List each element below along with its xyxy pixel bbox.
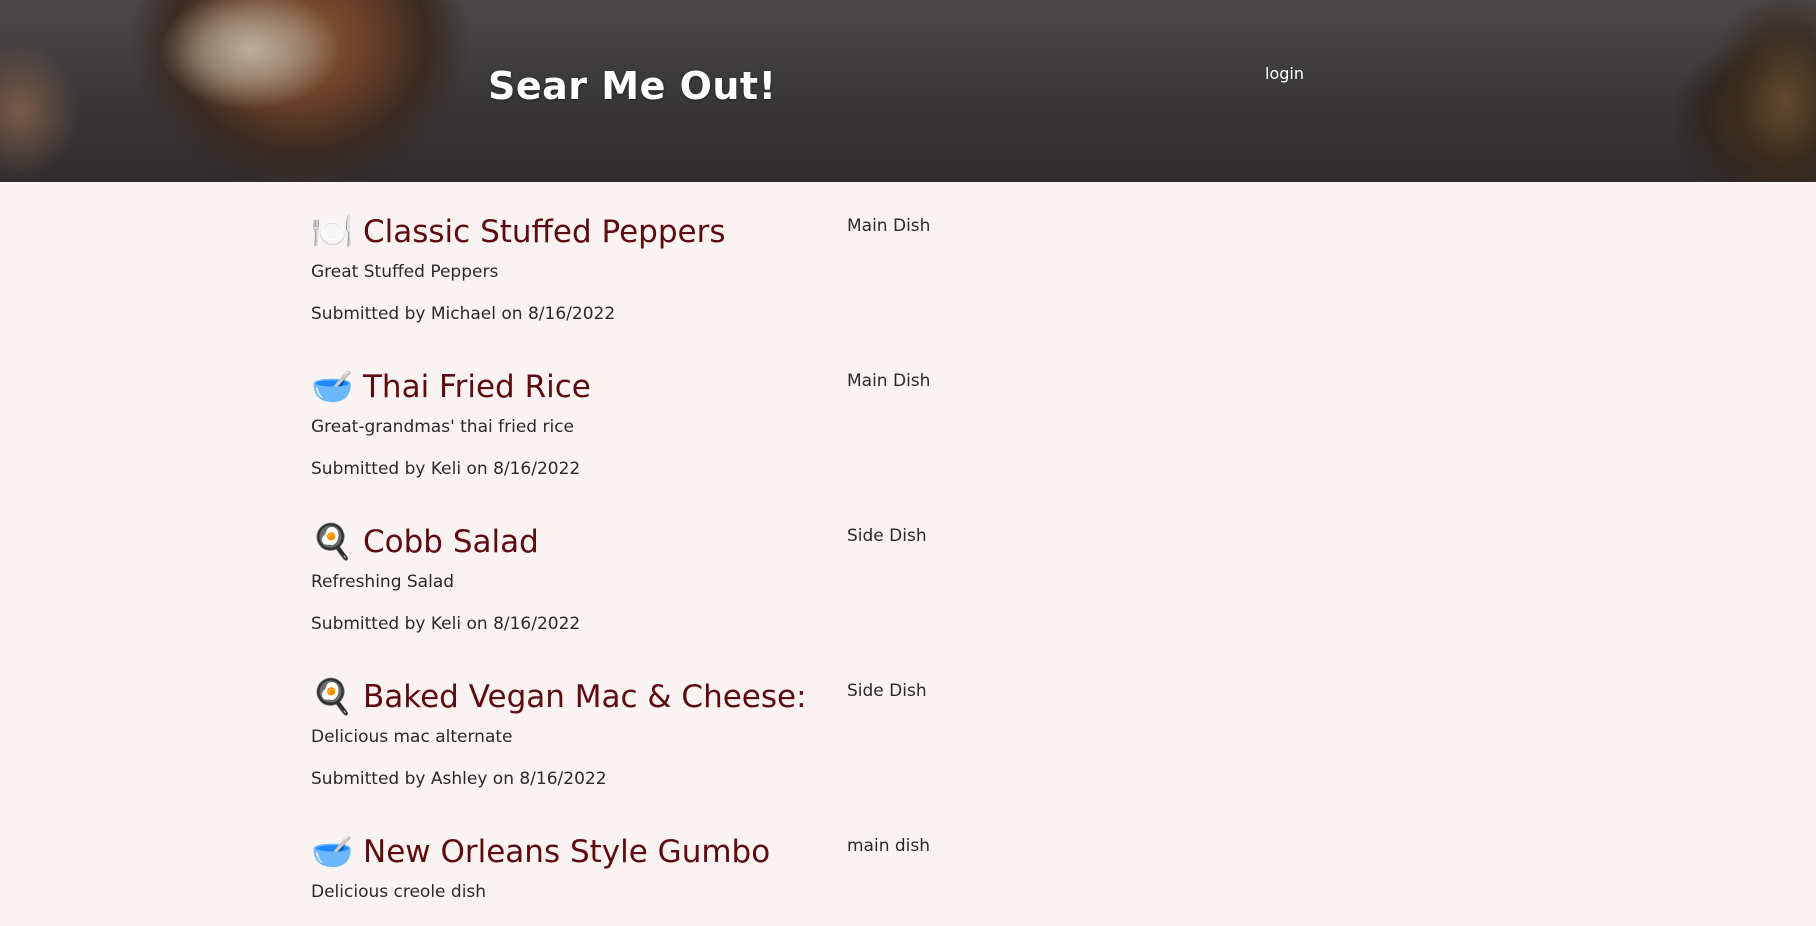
recipe-description: Great-grandmas' thai fried rice <box>311 417 574 437</box>
site-title: Sear Me Out! <box>488 64 777 108</box>
recipe-title-link[interactable]: Baked Vegan Mac & Cheese: <box>363 677 807 717</box>
site-header: Sear Me Out! login <box>0 0 1816 182</box>
plate-utensils-icon: 🍽️ <box>311 212 354 252</box>
recipe-description: Delicious creole dish <box>311 882 487 902</box>
login-link[interactable]: login <box>1265 64 1304 83</box>
frying-pan-egg-icon: 🍳 <box>311 522 354 562</box>
recipe-category: Side Dish <box>847 526 927 546</box>
recipe-title-link[interactable]: Classic Stuffed Peppers <box>363 212 726 252</box>
bowl-icon: 🥣 <box>311 832 354 872</box>
recipe-submitted-by: Submitted by Michael on 8/16/2022 <box>311 304 616 324</box>
recipe-title-link[interactable]: Cobb Salad <box>363 522 539 562</box>
recipe-item: 🥣 New Orleans Style Gumbo main dish Deli… <box>0 802 1816 926</box>
frying-pan-egg-icon: 🍳 <box>311 677 354 717</box>
recipe-submitted-by: Submitted by Keli on 8/16/2022 <box>311 459 581 479</box>
recipe-title-link[interactable]: Thai Fried Rice <box>363 367 591 407</box>
recipe-category: Side Dish <box>847 681 927 701</box>
recipe-submitted-by: Submitted by Ashley on 8/16/2022 <box>311 769 607 789</box>
recipe-description: Refreshing Salad <box>311 572 455 592</box>
recipe-item: 🍽️ Classic Stuffed Peppers Main Dish Gre… <box>0 182 1816 337</box>
recipe-list-container: 🍽️ Classic Stuffed Peppers Main Dish Gre… <box>0 182 1816 926</box>
recipe-description: Great Stuffed Peppers <box>311 262 499 282</box>
recipe-category: Main Dish <box>847 216 931 236</box>
recipe-item: 🥣 Thai Fried Rice Main Dish Great-grandm… <box>0 337 1816 492</box>
recipe-item: 🍳 Baked Vegan Mac & Cheese: Side Dish De… <box>0 647 1816 802</box>
recipe-submitted-by: Submitted by Keli on 8/16/2022 <box>311 614 581 634</box>
recipe-description: Delicious mac alternate <box>311 727 513 747</box>
bowl-icon: 🥣 <box>311 367 354 407</box>
recipe-item: 🍳 Cobb Salad Side Dish Refreshing Salad … <box>0 492 1816 647</box>
recipe-list: 🍽️ Classic Stuffed Peppers Main Dish Gre… <box>0 182 1816 926</box>
recipe-category: main dish <box>847 836 931 856</box>
recipe-title-link[interactable]: New Orleans Style Gumbo <box>363 832 770 872</box>
recipe-category: Main Dish <box>847 371 931 391</box>
